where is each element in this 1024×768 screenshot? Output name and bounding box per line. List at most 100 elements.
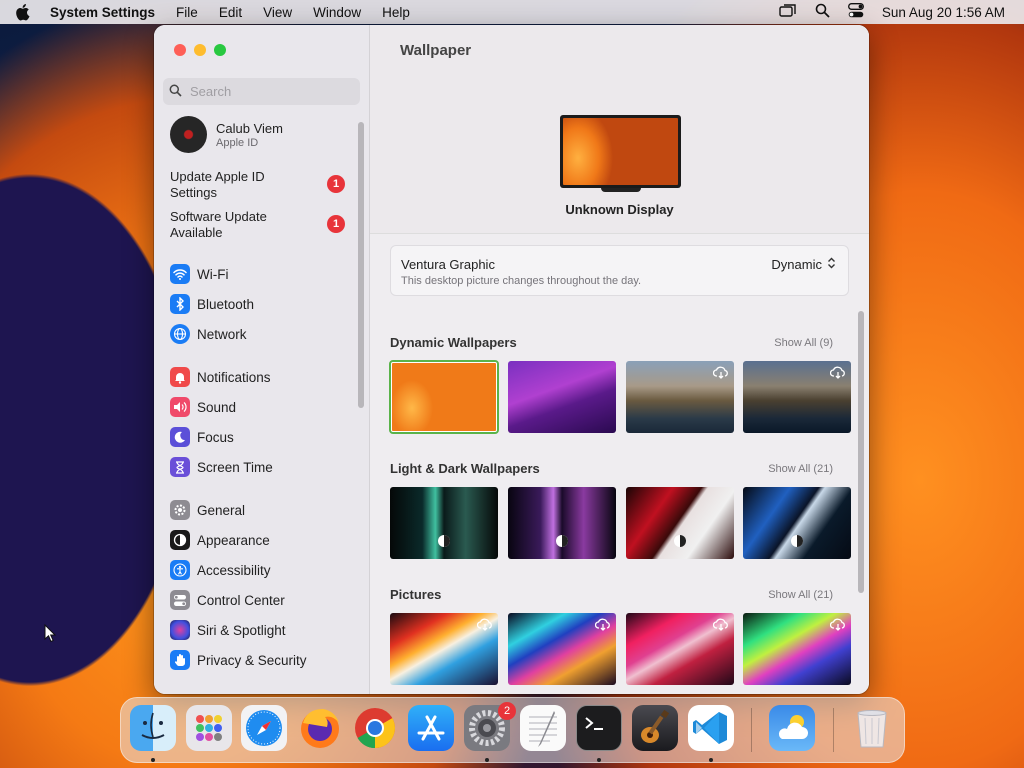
menu-clock[interactable]: Sun Aug 20 1:56 AM <box>882 5 1005 20</box>
garageband-icon[interactable] <box>632 705 678 751</box>
sidebar-item-screen-time[interactable]: Screen Time <box>170 456 273 478</box>
menu-view[interactable]: View <box>263 5 292 20</box>
sidebar-search[interactable] <box>163 78 360 105</box>
wallpaper-thumb-picture-2[interactable] <box>508 613 616 685</box>
wallpaper-thumb-picture-3[interactable] <box>626 613 734 685</box>
sidebar-list: Calub Viem Apple ID Update Apple ID Sett… <box>154 111 359 694</box>
sidebar-item-general[interactable]: General <box>170 499 245 521</box>
apple-menu-icon[interactable] <box>14 3 36 21</box>
display-stand <box>601 188 641 192</box>
cloud-download-icon <box>829 366 846 384</box>
control-center-icon <box>170 590 190 610</box>
siri-icon <box>170 620 190 640</box>
up-down-chevron-icon <box>827 257 836 272</box>
sidebar-item-label: Sound <box>197 399 237 415</box>
screen-mirroring-icon[interactable] <box>779 3 797 21</box>
terminal-icon[interactable] <box>576 705 622 751</box>
notice-label: Software Update Available <box>170 209 267 240</box>
notifications-icon <box>170 367 190 387</box>
sidebar-item-bluetooth[interactable]: Bluetooth <box>170 293 254 315</box>
safari-icon[interactable] <box>241 705 287 751</box>
wallpaper-mode-select[interactable]: Dynamic <box>771 257 836 272</box>
sidebar: Calub Viem Apple ID Update Apple ID Sett… <box>154 25 370 694</box>
notice-label: Update Apple ID Settings <box>170 169 265 200</box>
display-name: Unknown Display <box>565 202 674 217</box>
control-center-menu-icon[interactable] <box>847 3 864 21</box>
section-title-pictures: Pictures <box>390 587 442 602</box>
app-store-icon[interactable] <box>408 705 454 751</box>
accessibility-icon <box>170 560 190 580</box>
sidebar-item-label: Screen Time <box>197 459 273 475</box>
vscode-icon[interactable] <box>688 705 734 751</box>
dock-separator <box>751 708 752 752</box>
menu-help[interactable]: Help <box>382 5 410 20</box>
wallpaper-thumb-light-dark-3[interactable] <box>626 487 734 559</box>
sidebar-item-focus[interactable]: Focus <box>170 426 234 448</box>
sidebar-item-network[interactable]: Network <box>170 323 247 345</box>
textedit-icon[interactable] <box>520 705 566 751</box>
light-dark-icon <box>790 534 804 553</box>
menu-edit[interactable]: Edit <box>219 5 242 20</box>
account-subtitle: Apple ID <box>216 136 259 149</box>
show-all-pictures[interactable]: Show All (21) <box>768 589 833 601</box>
chrome-icon[interactable] <box>352 705 398 751</box>
sidebar-item-label: Privacy & Security <box>197 652 307 668</box>
weather-icon[interactable] <box>769 705 815 751</box>
apple-id-account[interactable]: Calub Viem Apple ID <box>170 116 283 153</box>
sidebar-item-notifications[interactable]: Notifications <box>170 366 271 388</box>
notice-badge: 1 <box>327 215 345 233</box>
launchpad-icon[interactable] <box>186 705 232 751</box>
wallpaper-thumb-light-dark-4[interactable] <box>743 487 851 559</box>
sidebar-item-appearance[interactable]: Appearance <box>170 529 270 551</box>
wallpaper-name: Ventura Graphic <box>401 257 495 272</box>
firefox-icon[interactable] <box>297 705 343 751</box>
show-all-light-dark[interactable]: Show All (21) <box>768 463 833 475</box>
zoom-button[interactable] <box>214 44 226 56</box>
search-input[interactable] <box>190 84 350 99</box>
search-icon <box>169 84 182 100</box>
wallpaper-thumb-light-dark-2[interactable] <box>508 487 616 559</box>
menu-file[interactable]: File <box>176 5 198 20</box>
dock: 2 <box>120 697 905 763</box>
running-indicator <box>151 758 155 762</box>
notice-software-update[interactable]: Software Update Available 1 <box>170 209 345 241</box>
sidebar-item-label: Appearance <box>197 532 270 548</box>
wallpaper-thumb-light-dark-1[interactable] <box>390 487 498 559</box>
sidebar-item-siri-spotlight[interactable]: Siri & Spotlight <box>170 619 286 641</box>
wallpaper-thumb-ventura[interactable] <box>389 360 499 434</box>
window-controls <box>174 44 226 56</box>
focus-icon <box>170 427 190 447</box>
sidebar-scrollbar[interactable] <box>358 122 364 408</box>
wallpaper-thumb-picture-1[interactable] <box>390 613 498 685</box>
wallpaper-thumb-catalina-evening[interactable] <box>743 361 851 433</box>
finder-icon[interactable] <box>130 705 176 751</box>
sidebar-item-label: Notifications <box>197 369 271 385</box>
spotlight-search-icon[interactable] <box>815 3 830 21</box>
current-wallpaper-card: Ventura Graphic This desktop picture cha… <box>390 245 849 296</box>
notice-update-apple-id[interactable]: Update Apple ID Settings 1 <box>170 169 345 201</box>
show-all-dynamic[interactable]: Show All (9) <box>774 337 833 349</box>
wallpaper-thumb-picture-4[interactable] <box>743 613 851 685</box>
bluetooth-icon <box>170 294 190 314</box>
wallpaper-thumb-ventura-purple[interactable] <box>508 361 616 433</box>
trash-icon[interactable] <box>849 705 895 751</box>
sidebar-item-privacy-security[interactable]: Privacy & Security <box>170 649 307 671</box>
menu-app-name[interactable]: System Settings <box>50 5 155 20</box>
sidebar-item-wifi[interactable]: Wi-Fi <box>170 263 228 285</box>
minimize-button[interactable] <box>194 44 206 56</box>
main-scrollbar[interactable] <box>858 311 864 593</box>
sidebar-item-label: General <box>197 502 246 518</box>
sidebar-item-accessibility[interactable]: Accessibility <box>170 559 271 581</box>
sidebar-item-sound[interactable]: Sound <box>170 396 236 418</box>
menu-window[interactable]: Window <box>313 5 361 20</box>
system-settings-dock-icon[interactable]: 2 <box>464 702 516 751</box>
light-dark-icon <box>673 534 687 553</box>
wifi-icon <box>170 264 190 284</box>
sound-icon <box>170 397 190 417</box>
sidebar-item-label: Siri & Spotlight <box>197 622 286 638</box>
wallpaper-thumb-catalina[interactable] <box>626 361 734 433</box>
sidebar-item-control-center[interactable]: Control Center <box>170 589 285 611</box>
notification-badge: 2 <box>498 702 516 720</box>
close-button[interactable] <box>174 44 186 56</box>
menu-bar: System Settings File Edit View Window He… <box>0 0 1024 24</box>
